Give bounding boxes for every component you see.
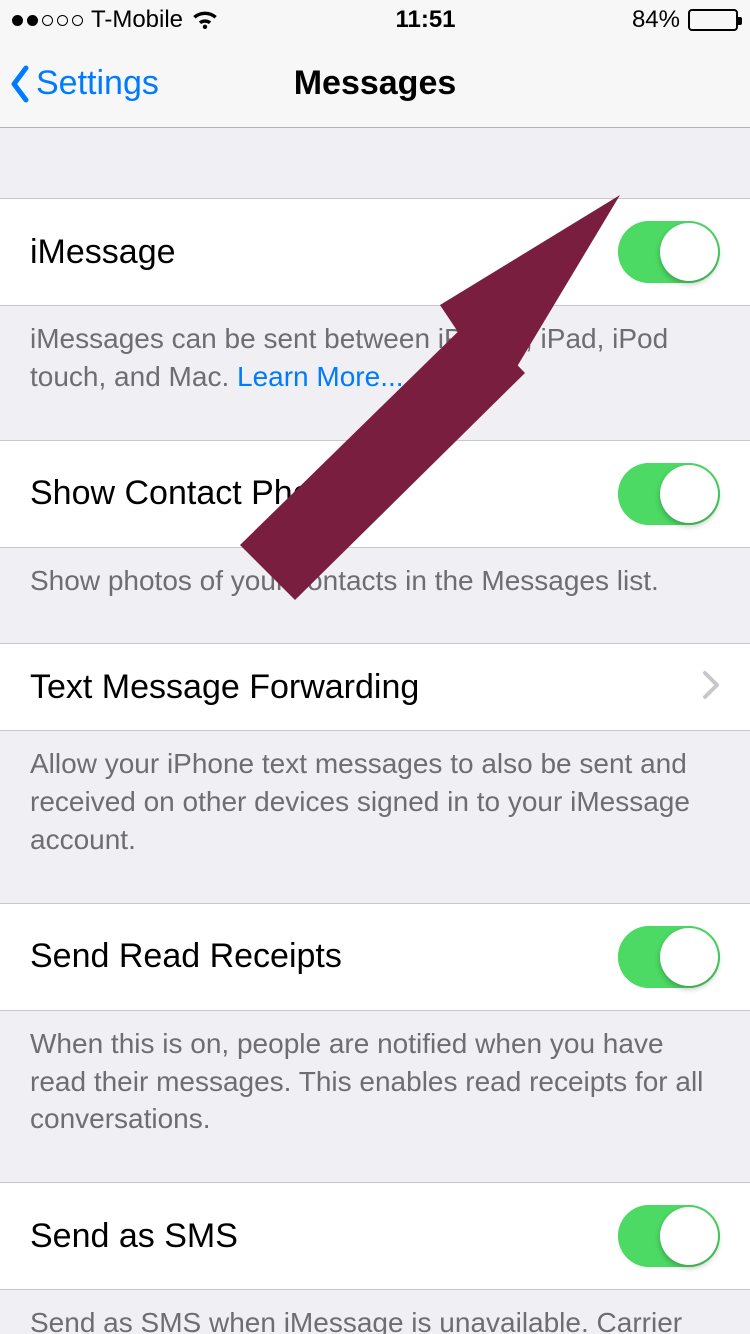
imessage-toggle[interactable] bbox=[618, 221, 720, 283]
send-sms-label: Send as SMS bbox=[30, 1217, 238, 1256]
read-receipts-footer: When this is on, people are notified whe… bbox=[0, 1011, 750, 1162]
read-receipts-label: Send Read Receipts bbox=[30, 937, 342, 976]
group-spacer bbox=[0, 128, 750, 198]
forwarding-label: Text Message Forwarding bbox=[30, 668, 419, 707]
battery-percent-label: 84% bbox=[632, 6, 680, 34]
status-bar: T-Mobile 11:51 84% bbox=[0, 0, 750, 40]
imessage-footer: iMessages can be sent between iPhone, iP… bbox=[0, 306, 750, 420]
imessage-row[interactable]: iMessage bbox=[0, 198, 750, 306]
status-time: 11:51 bbox=[395, 6, 455, 34]
forwarding-row[interactable]: Text Message Forwarding bbox=[0, 643, 750, 731]
contact-photos-footer: Show photos of your contacts in the Mess… bbox=[0, 548, 750, 624]
battery-icon bbox=[688, 9, 738, 31]
read-receipts-toggle[interactable] bbox=[618, 926, 720, 988]
carrier-label: T-Mobile bbox=[91, 6, 183, 34]
status-right: 84% bbox=[632, 6, 738, 34]
imessage-label: iMessage bbox=[30, 233, 176, 272]
nav-bar: Settings Messages bbox=[0, 40, 750, 128]
forwarding-footer: Allow your iPhone text messages to also … bbox=[0, 731, 750, 882]
wifi-icon bbox=[191, 9, 219, 31]
status-left: T-Mobile bbox=[12, 6, 219, 34]
send-sms-toggle[interactable] bbox=[618, 1205, 720, 1267]
send-sms-footer: Send as SMS when iMessage is unavailable… bbox=[0, 1290, 750, 1334]
back-label: Settings bbox=[36, 64, 159, 103]
signal-strength-icon bbox=[12, 15, 83, 26]
contact-photos-toggle[interactable] bbox=[618, 463, 720, 525]
chevron-right-icon bbox=[702, 670, 720, 705]
chevron-left-icon bbox=[8, 64, 32, 104]
contact-photos-label: Show Contact Photos bbox=[30, 474, 357, 513]
back-button[interactable]: Settings bbox=[8, 40, 159, 127]
contact-photos-row[interactable]: Show Contact Photos bbox=[0, 440, 750, 548]
learn-more-link[interactable]: Learn More... bbox=[237, 361, 404, 392]
read-receipts-row[interactable]: Send Read Receipts bbox=[0, 903, 750, 1011]
page-title: Messages bbox=[294, 64, 457, 103]
send-sms-row[interactable]: Send as SMS bbox=[0, 1182, 750, 1290]
